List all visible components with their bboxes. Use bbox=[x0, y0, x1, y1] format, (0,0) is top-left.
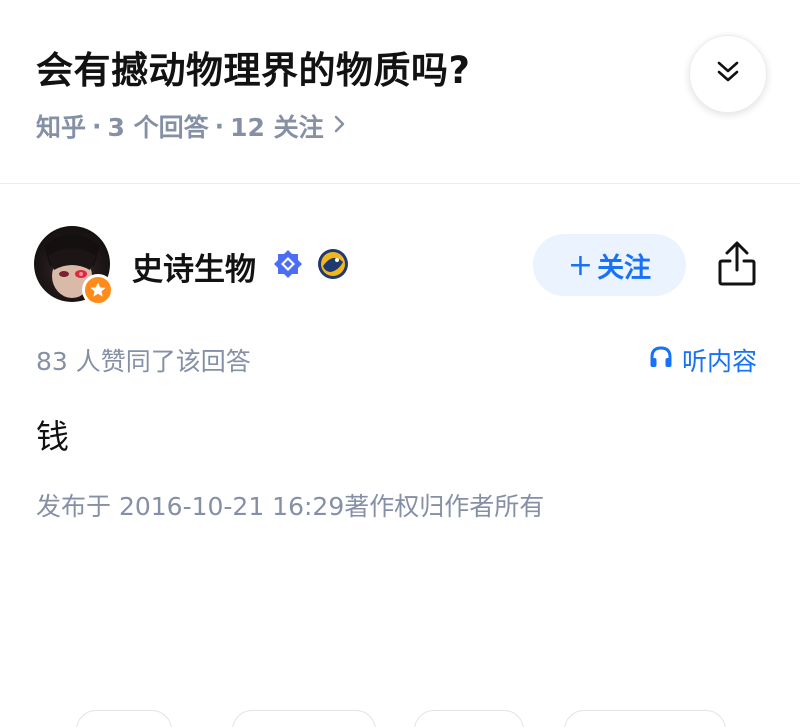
source-label: 知乎 bbox=[36, 113, 87, 142]
share-icon[interactable] bbox=[716, 240, 758, 288]
answer-count: 3 个回答 bbox=[107, 113, 209, 142]
collapse-button[interactable] bbox=[689, 35, 767, 113]
meta-separator: · bbox=[214, 111, 225, 141]
follow-count: 12 关注 bbox=[230, 113, 324, 142]
bottom-action-pill[interactable] bbox=[76, 710, 172, 727]
follow-button-label: 关注 bbox=[597, 252, 652, 284]
publish-info: 发布于 2016-10-21 16:29著作权归作者所有 bbox=[36, 492, 545, 521]
author-row: 史诗生物 + 关注 bbox=[0, 222, 800, 312]
author-name[interactable]: 史诗生物 bbox=[132, 244, 256, 289]
answer-content: 钱 bbox=[36, 417, 69, 456]
plus-icon: + bbox=[567, 247, 594, 283]
question-title[interactable]: 会有撼动物理界的物质吗? bbox=[36, 40, 470, 94]
bottom-action-pill[interactable] bbox=[414, 710, 524, 727]
bottom-action-pill[interactable] bbox=[232, 710, 376, 727]
upvote-count: 83 人赞同了该回答 bbox=[36, 347, 251, 376]
question-meta[interactable]: 知乎 · 3 个回答 · 12 关注 bbox=[36, 108, 346, 144]
chevron-right-icon bbox=[334, 112, 346, 140]
meta-separator: · bbox=[92, 111, 102, 141]
bottom-action-pill[interactable] bbox=[564, 710, 726, 727]
verified-icon[interactable] bbox=[272, 248, 304, 280]
headphones-icon bbox=[648, 344, 682, 376]
chevron-double-down-icon bbox=[715, 59, 741, 89]
question-header: 会有撼动物理界的物质吗? 知乎 · 3 个回答 · 12 关注 bbox=[0, 0, 800, 184]
follow-button[interactable]: + 关注 bbox=[533, 234, 686, 296]
medal-icon[interactable] bbox=[317, 248, 349, 280]
star-badge-icon bbox=[82, 274, 114, 306]
listen-label: 听内容 bbox=[682, 347, 758, 376]
listen-button[interactable]: 听内容 bbox=[648, 342, 757, 378]
bottom-action-bar bbox=[0, 700, 800, 727]
